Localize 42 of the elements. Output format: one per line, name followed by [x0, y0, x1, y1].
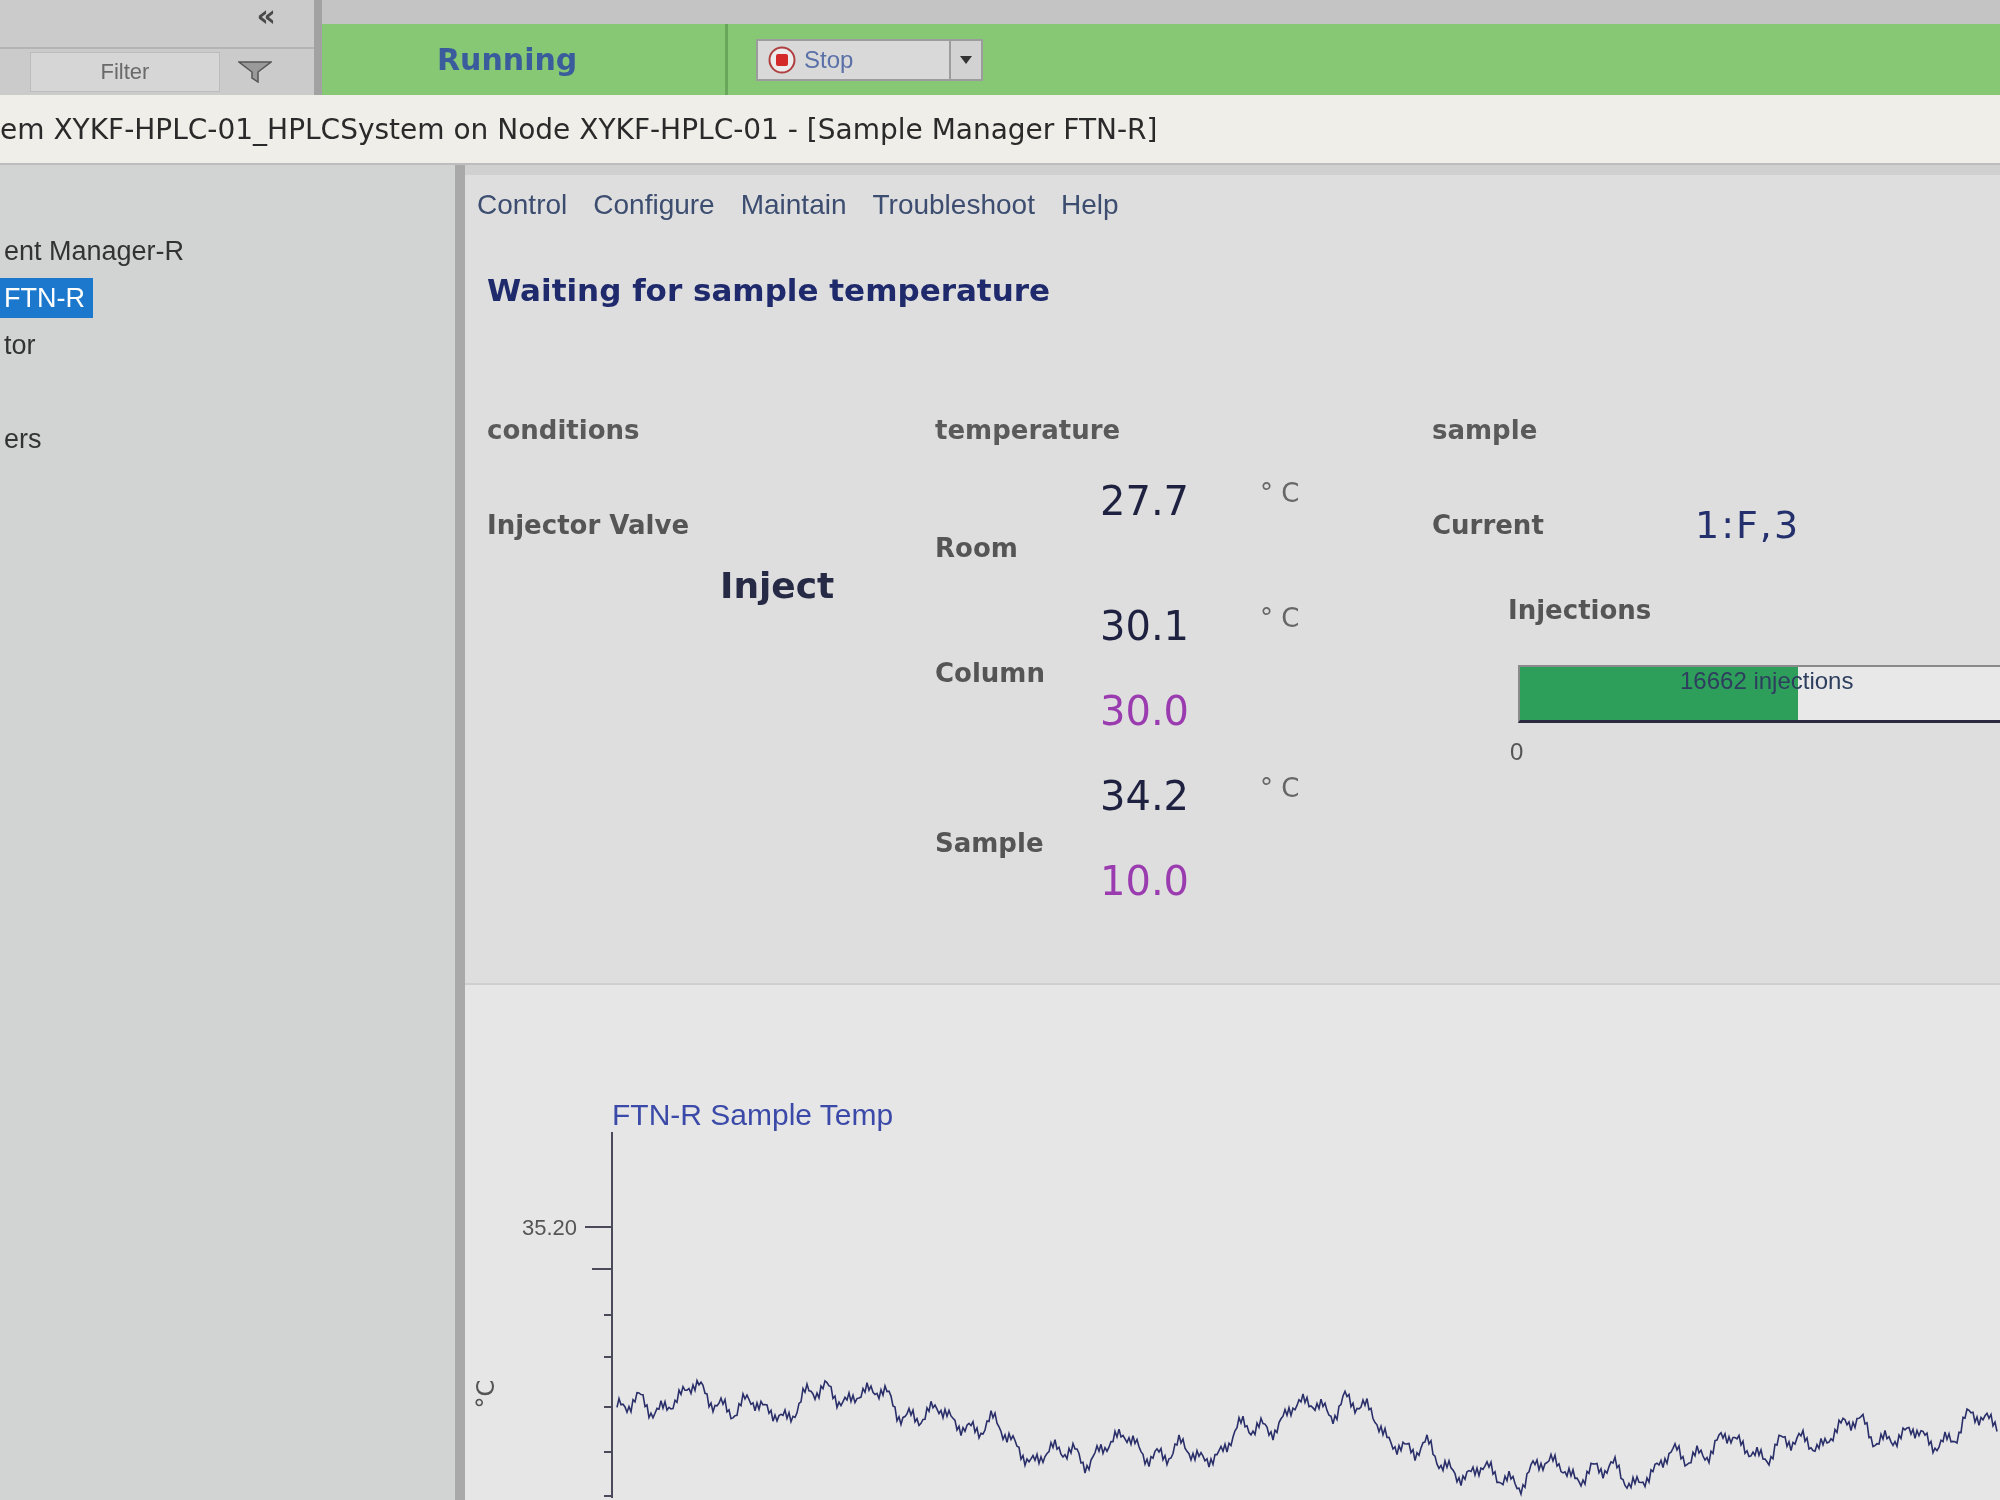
menu-item[interactable]: Maintain	[740, 189, 847, 221]
window-title: em XYKF-HPLC-01_HPLCSystem on Node XYKF-HPLC-01 - [Sample Manager FTN-R]	[0, 112, 1158, 146]
unit-label: ° C	[1260, 478, 1300, 508]
unit-label: ° C	[1260, 603, 1300, 633]
section-heading: conditions	[487, 414, 640, 447]
status-message: Waiting for sample temperature	[487, 271, 1051, 310]
field-label: Current	[1432, 509, 1545, 542]
temperature-setpoint: 30.0	[1100, 688, 1191, 734]
current-sample-value: 1:F,3	[1695, 505, 1801, 545]
section-heading: temperature	[935, 414, 1121, 447]
temperature-reading: 30.1	[1100, 603, 1191, 649]
sidebar-item[interactable]: tor	[0, 325, 44, 365]
field-label: Injections	[1508, 594, 1652, 627]
menu-item[interactable]: Configure	[593, 189, 715, 221]
run-status: Running	[437, 42, 578, 77]
dropdown-button[interactable]	[951, 38, 983, 81]
unit-label: ° C	[1260, 773, 1300, 803]
axis-label: °C	[472, 1379, 500, 1409]
temperature-label: Sample	[935, 827, 1045, 860]
sidebar-item[interactable]: FTN-R	[0, 278, 93, 318]
caret-icon	[960, 55, 972, 64]
temperature-label: Room	[935, 532, 1019, 565]
field-label: Injector Valve	[487, 509, 690, 542]
filter-icon	[238, 61, 272, 83]
stop-icon	[768, 45, 796, 74]
temperature-label: Column	[935, 657, 1046, 690]
menu-item[interactable]: Help	[1060, 189, 1119, 221]
temperature-reading: 34.2	[1100, 773, 1191, 819]
sidebar-item[interactable]: ers	[0, 419, 50, 459]
axis-tick-label: 35.20	[521, 1215, 577, 1240]
valve-state: Inject	[720, 564, 835, 608]
section-heading: sample	[1432, 414, 1538, 447]
scale-label: 0	[1510, 737, 1524, 767]
filter-field[interactable]: Filter	[30, 52, 220, 92]
collapse-button[interactable]: «	[252, 0, 280, 32]
temperature-reading: 27.7	[1100, 478, 1191, 524]
menu-item[interactable]: Troubleshoot	[872, 189, 1035, 221]
sidebar-item[interactable]: ent Manager-R	[0, 231, 193, 271]
stop-button[interactable]: Stop	[756, 38, 951, 81]
menu-item[interactable]: Control	[477, 189, 568, 221]
temperature-setpoint: 10.0	[1100, 858, 1191, 904]
chart-title: FTN-R Sample Temp	[612, 1098, 894, 1132]
